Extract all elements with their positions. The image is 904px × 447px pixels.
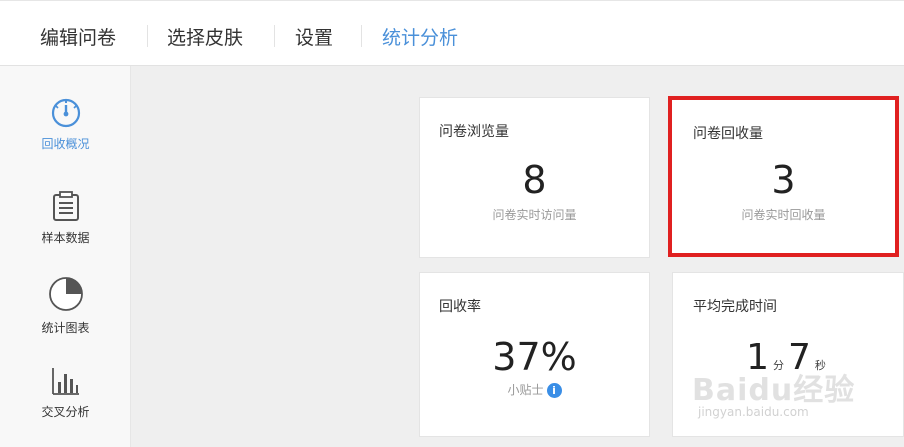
tips-label: 小贴士 — [507, 383, 544, 397]
tab-divider — [361, 25, 362, 47]
gauge-icon — [51, 98, 80, 128]
seconds-unit: 秒 — [814, 359, 826, 372]
tab-divider — [147, 25, 148, 47]
card-value: 3 — [771, 158, 796, 202]
pie-chart-icon — [48, 277, 83, 311]
completion-time-value: 1分7秒 — [673, 337, 903, 378]
bar-chart-icon — [51, 368, 79, 395]
tab-choose-skin[interactable]: 选择皮肤 — [167, 23, 243, 50]
card-value: 37% — [492, 335, 577, 379]
minutes-unit: 分 — [773, 359, 784, 372]
sidebar-item-label: 交叉分析 — [41, 405, 90, 419]
card-title: 问卷回收量 — [693, 126, 763, 142]
sidebar-item-label: 统计图表 — [41, 321, 90, 335]
sidebar-item-label: 样本数据 — [41, 231, 90, 245]
minutes-value: 1 — [746, 337, 769, 378]
card-title: 平均完成时间 — [693, 299, 777, 315]
sidebar-item-cross-analysis[interactable]: 交叉分析 — [0, 366, 131, 420]
card-survey-responses: 问卷回收量 3 问卷实时回收量 — [668, 96, 899, 257]
seconds-value: 7 — [788, 337, 811, 378]
card-title: 回收率 — [439, 299, 481, 315]
tips-row: 小贴士 i — [420, 381, 649, 398]
card-subtitle: 问卷实时回收量 — [741, 208, 826, 222]
clipboard-icon — [52, 191, 79, 221]
sidebar-item-charts[interactable]: 统计图表 — [0, 276, 131, 336]
sidebar-item-overview[interactable]: 回收概况 — [0, 96, 131, 152]
card-subtitle: 问卷实时访问量 — [492, 208, 577, 222]
card-response-rate: 回收率 37% 小贴士 i — [419, 272, 650, 437]
card-average-completion-time: 平均完成时间 1分7秒 — [672, 272, 904, 437]
tab-statistics[interactable]: 统计分析 — [382, 23, 458, 50]
top-tab-bar: 编辑问卷 选择皮肤 设置 统计分析 — [0, 0, 904, 66]
sidebar-item-sample-data[interactable]: 样本数据 — [0, 190, 131, 246]
sidebar-item-label: 回收概况 — [41, 137, 90, 151]
card-value: 8 — [522, 158, 547, 202]
card-survey-views: 问卷浏览量 8 问卷实时访问量 — [419, 97, 650, 258]
tab-divider — [274, 25, 275, 47]
card-title: 问卷浏览量 — [439, 124, 509, 140]
tab-settings[interactable]: 设置 — [295, 23, 333, 50]
sidebar: 回收概况 样本数据 统计图表 交叉分析 — [0, 66, 131, 447]
tab-edit-survey[interactable]: 编辑问卷 — [40, 23, 116, 50]
info-icon[interactable]: i — [546, 383, 562, 398]
